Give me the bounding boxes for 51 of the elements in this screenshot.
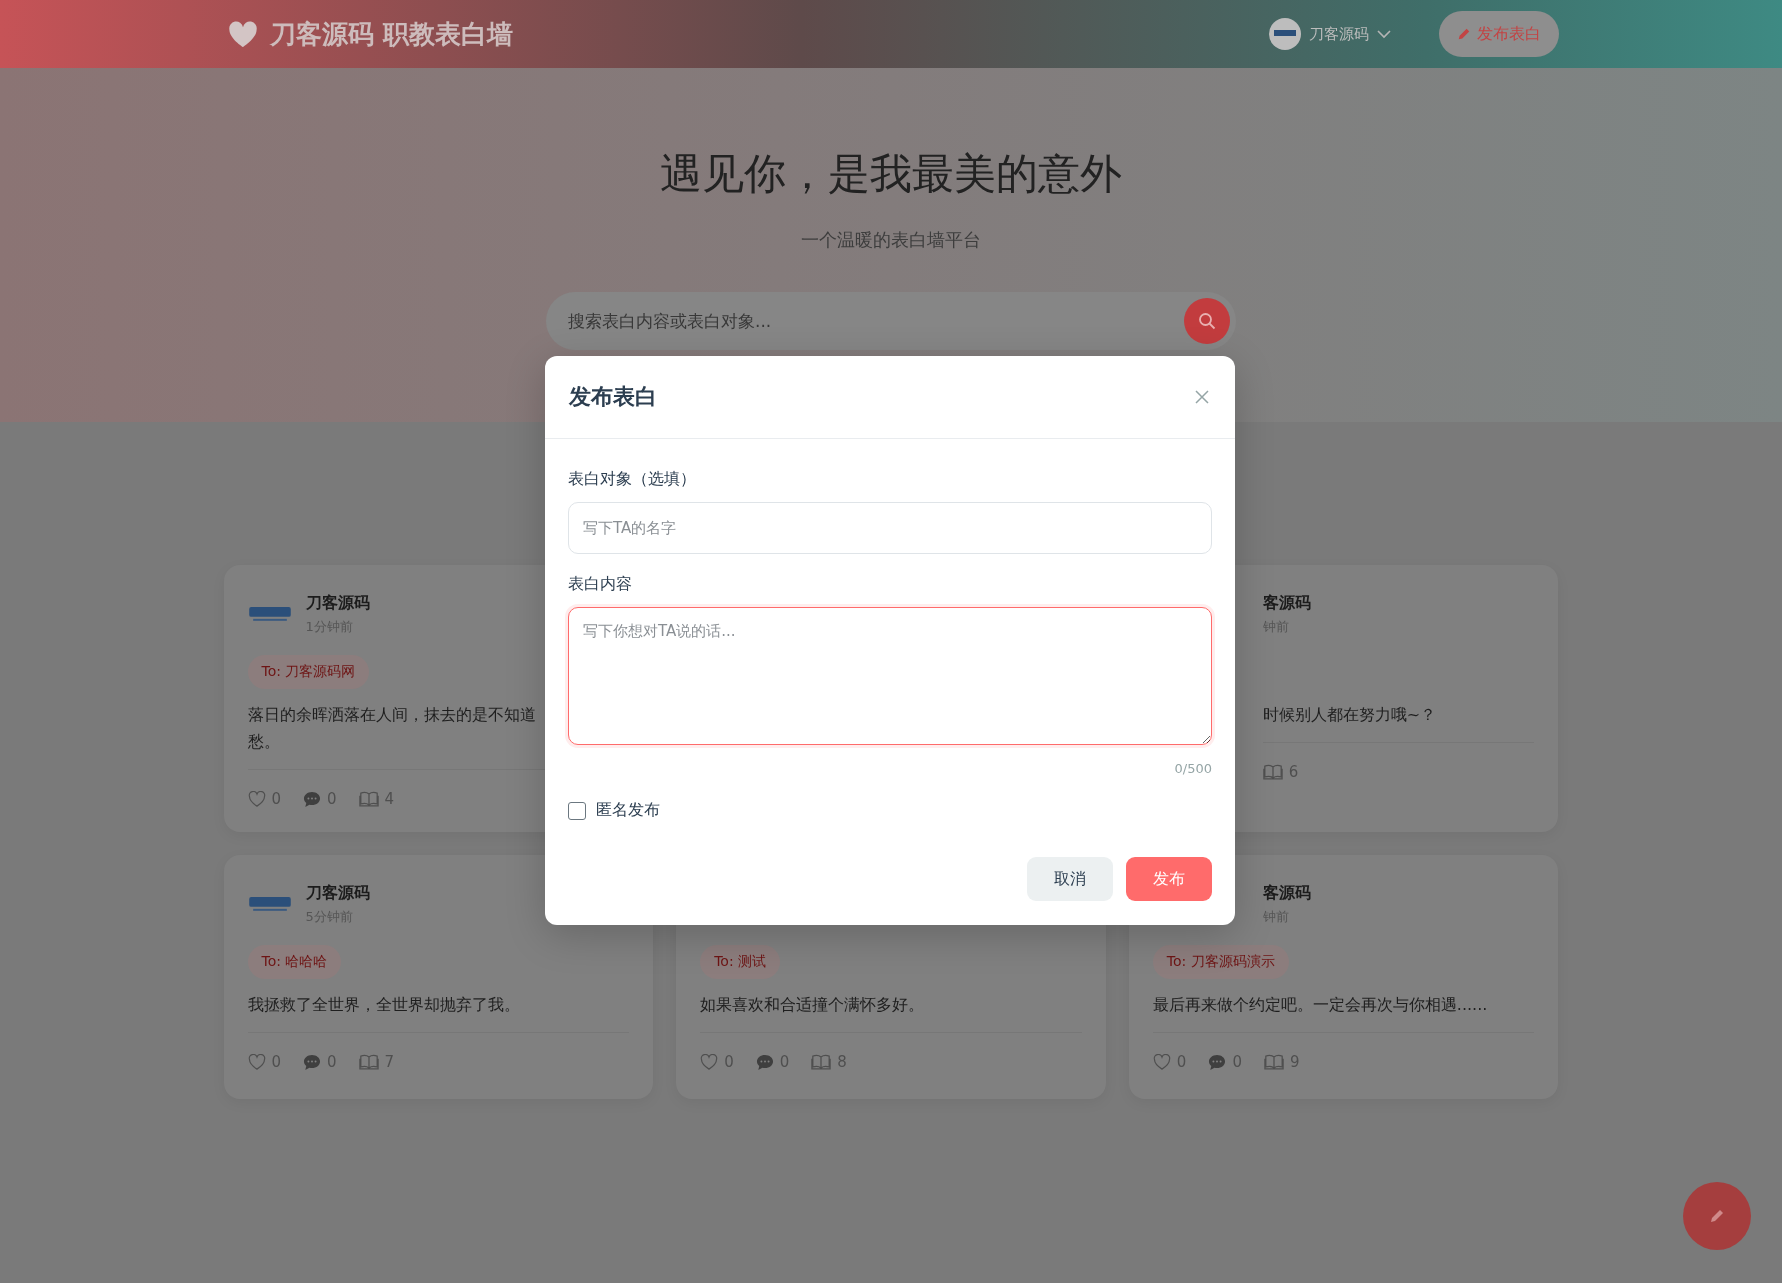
book-icon [358, 1054, 379, 1070]
comment-icon [1208, 1053, 1227, 1071]
search-icon [1198, 312, 1216, 330]
user-avatar[interactable] [1268, 18, 1301, 50]
submit-button[interactable]: 发布 [1126, 857, 1212, 901]
comment-icon [303, 790, 322, 808]
field-label: 表白对象（选填） [568, 469, 697, 490]
close-button[interactable] [1193, 388, 1211, 406]
post-button[interactable]: 发布表白 [1438, 11, 1559, 57]
heart-icon [227, 21, 258, 47]
post-text: 最后再来做个约定吧。一定会再次与你相遇...... [1152, 994, 1489, 1016]
pencil-icon [1709, 1208, 1725, 1224]
char-counter: 0/500 [1173, 761, 1212, 776]
book-icon [1262, 764, 1283, 780]
search-field[interactable]: 搜索表白内容或表白对象... [546, 292, 1236, 350]
book-icon [358, 791, 379, 807]
field-label: 表白内容 [568, 574, 633, 595]
author-name: 客源码 [1262, 882, 1311, 904]
avatar-logo [247, 894, 292, 914]
post-text: 时候别人都在努力哦~？ [1262, 704, 1438, 726]
heart-icon [700, 1054, 719, 1070]
name-field[interactable]: 写下TA的名字 [568, 502, 1212, 554]
heart-icon [1152, 1054, 1171, 1070]
recipient-tag: To: 刀客源码网 [247, 655, 370, 689]
user-name[interactable]: 刀客源码 [1308, 24, 1369, 44]
cancel-button[interactable]: 取消 [1027, 857, 1113, 901]
heart-icon [247, 791, 266, 807]
dialog-title: 发布表白 [569, 383, 657, 411]
recipient-tag: To: 刀客源码演示 [1152, 945, 1289, 979]
author-name: 刀客源码 [305, 592, 370, 614]
avatar-logo [247, 604, 292, 624]
anonymous-checkbox[interactable] [568, 801, 586, 820]
book-icon [811, 1054, 832, 1070]
hero-title: 遇见你，是我最美的意外 [660, 148, 1122, 200]
heart-icon [247, 1054, 266, 1070]
comment-icon [303, 1053, 322, 1071]
post-text: 落日的余晖洒落在人间，抹去的是不知道 [247, 704, 537, 726]
recipient-tag: To: 测试 [700, 945, 781, 979]
book-icon [1263, 1054, 1284, 1070]
site-title: 刀客源码 职教表白墙 [269, 17, 513, 51]
pencil-icon [1456, 27, 1471, 41]
post-text: 愁。 [247, 731, 281, 753]
author-name: 刀客源码 [305, 882, 370, 904]
chevron-down-icon[interactable] [1376, 29, 1391, 39]
content-field[interactable]: 写下你想对TA说的话... [568, 607, 1212, 745]
post-text: 我拯救了全世界，全世界却抛弃了我。 [247, 994, 521, 1016]
checkbox-label: 匿名发布 [596, 800, 660, 821]
comment-icon [755, 1053, 774, 1071]
recipient-tag: To: 哈哈哈 [247, 945, 342, 979]
author-name: 客源码 [1262, 592, 1311, 614]
post-text: 如果喜欢和合适撞个满怀多好。 [700, 994, 926, 1016]
